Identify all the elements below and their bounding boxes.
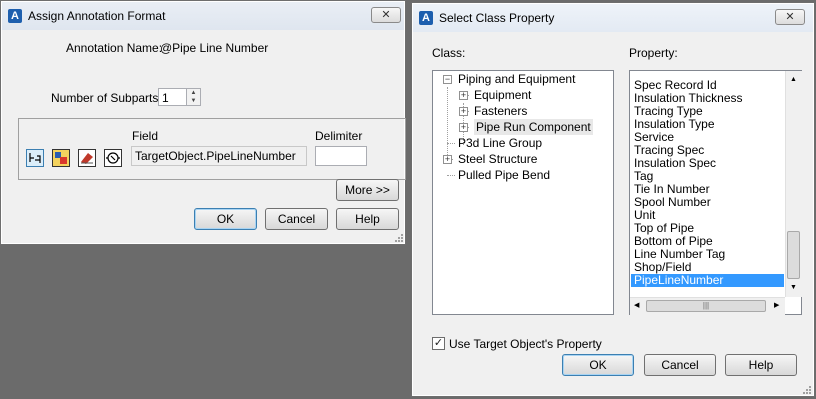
dialog-title: Assign Annotation Format	[28, 9, 166, 23]
horizontal-scrollbar[interactable]: ◀ ||| ▶	[630, 297, 785, 315]
resize-grip[interactable]	[394, 233, 404, 243]
tree-item-pipe-run-component[interactable]: Pipe Run Component	[474, 119, 593, 135]
field-input[interactable]: TargetObject.PipeLineNumber	[131, 146, 307, 166]
property-list-item[interactable]: Insulation Spec	[631, 157, 784, 170]
help-button[interactable]: Help	[725, 354, 797, 376]
help-button[interactable]: Help	[336, 208, 399, 230]
expand-icon[interactable]: +	[459, 123, 468, 132]
class-tree[interactable]: − Piping and Equipment + Equipment + Fas…	[432, 70, 614, 315]
annotation-name-value: @Pipe Line Number	[160, 41, 269, 55]
resize-grip[interactable]	[802, 385, 812, 395]
tree-line	[447, 143, 455, 144]
scroll-thumb[interactable]	[787, 231, 800, 279]
select-class-property-dialog: A Select Class Property ✕ Class: Propert…	[411, 2, 815, 397]
subparts-label: Number of Subparts:	[51, 91, 162, 105]
field-header: Field	[132, 129, 159, 143]
cancel-button[interactable]: Cancel	[644, 354, 716, 376]
annotation-name-label: Annotation Name:	[66, 41, 163, 55]
tree-line	[447, 87, 448, 161]
subparts-input[interactable]: 1	[158, 88, 186, 106]
tree-line	[447, 175, 455, 176]
tree-item-steel-structure[interactable]: Steel Structure	[458, 151, 537, 167]
property-picker-icon[interactable]	[104, 149, 122, 167]
property-list[interactable]: Spec Record Id Insulation Thickness Tracin…	[629, 70, 802, 315]
class-label: Class:	[432, 46, 466, 60]
expand-icon[interactable]: +	[459, 107, 468, 116]
dialog-title: Select Class Property	[439, 11, 555, 25]
scroll-up-icon[interactable]: ▲	[790, 76, 797, 83]
collapse-icon[interactable]: −	[443, 75, 452, 84]
tree-item-fasteners[interactable]: Fasteners	[474, 103, 527, 119]
delimiter-header: Delimiter	[315, 129, 363, 143]
use-target-checkbox[interactable]: ✓	[432, 337, 445, 350]
cancel-button[interactable]: Cancel	[265, 208, 328, 230]
scroll-down-icon[interactable]: ▼	[790, 284, 797, 291]
spin-up-icon[interactable]: ▲	[187, 89, 200, 97]
close-button[interactable]: ✕	[371, 7, 401, 23]
title-bar[interactable]: A Select Class Property ✕	[413, 4, 813, 32]
close-button[interactable]: ✕	[775, 9, 805, 25]
vertical-scrollbar[interactable]: ▲ ▼	[785, 71, 802, 297]
insert-field-icon[interactable]	[26, 149, 44, 167]
tree-item-p3d-line-group[interactable]: P3d Line Group	[458, 135, 542, 151]
tree-item-piping-and-equipment[interactable]: Piping and Equipment	[458, 71, 575, 87]
use-target-label[interactable]: Use Target Object's Property	[449, 337, 602, 351]
spin-down-icon[interactable]: ▼	[187, 97, 200, 105]
scroll-right-icon[interactable]: ▶	[774, 301, 779, 309]
autocad-app-icon: A	[419, 11, 433, 25]
delimiter-input[interactable]	[315, 146, 367, 166]
expand-icon[interactable]: +	[459, 91, 468, 100]
delete-field-icon[interactable]	[78, 149, 96, 167]
scroll-left-icon[interactable]: ◀	[634, 301, 639, 309]
ok-button[interactable]: OK	[562, 354, 634, 376]
property-label: Property:	[629, 46, 678, 60]
tree-item-equipment[interactable]: Equipment	[474, 87, 531, 103]
subparts-spinner[interactable]: ▲ ▼	[186, 88, 201, 106]
autocad-app-icon: A	[8, 9, 22, 23]
title-bar[interactable]: A Assign Annotation Format ✕	[2, 2, 404, 30]
expand-icon[interactable]: +	[443, 155, 452, 164]
ok-button[interactable]: OK	[194, 208, 257, 230]
more-button[interactable]: More >>	[336, 179, 399, 201]
property-list-item[interactable]: PipeLineNumber	[631, 274, 784, 287]
tree-item-pulled-pipe-bend[interactable]: Pulled Pipe Bend	[458, 167, 550, 183]
assign-annotation-format-dialog: A Assign Annotation Format ✕ Annotation …	[0, 0, 406, 245]
format-icon[interactable]	[52, 149, 70, 167]
scroll-hthumb[interactable]: |||	[646, 300, 766, 312]
